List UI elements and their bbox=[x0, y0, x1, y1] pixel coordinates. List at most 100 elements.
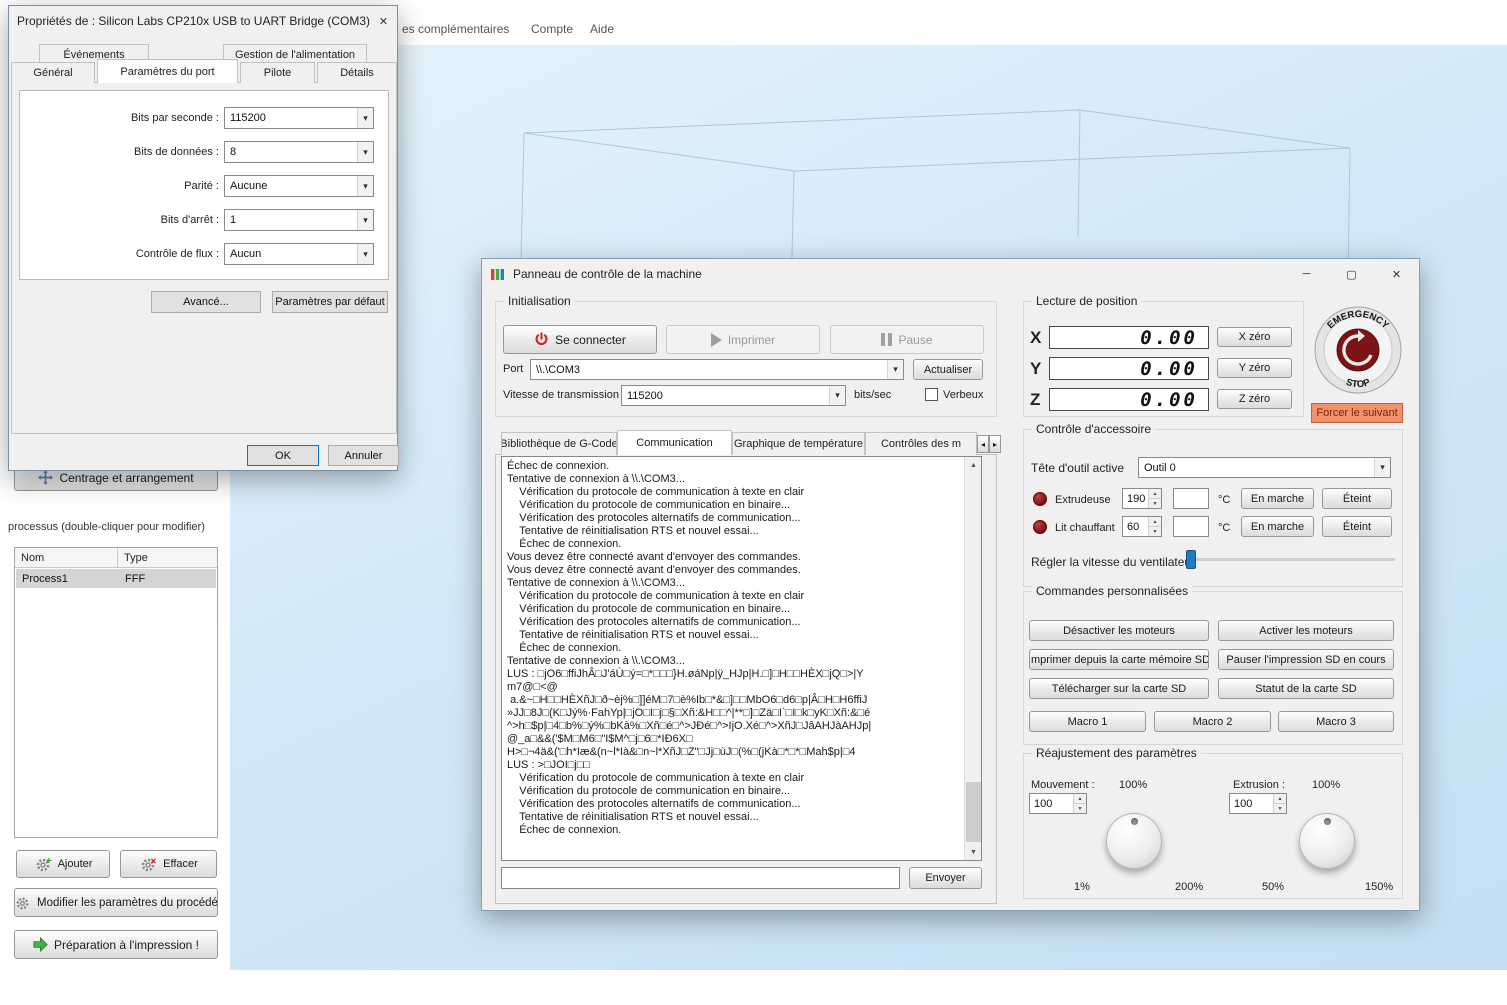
tab-communication[interactable]: Communication bbox=[617, 430, 732, 455]
data-bits-select[interactable]: 8 ▾ bbox=[224, 141, 374, 163]
machine-panel-titlebar[interactable]: Panneau de contrôle de la machine ─ ▢ ✕ bbox=[482, 259, 1419, 289]
disable-motors-button[interactable]: Désactiver les moteurs bbox=[1029, 620, 1209, 641]
restore-defaults-button[interactable]: Paramètres par défaut bbox=[272, 291, 388, 313]
macro3-button[interactable]: Macro 3 bbox=[1278, 711, 1394, 732]
center-arrange-icon bbox=[38, 470, 54, 485]
movement-spinner[interactable]: 100 ▲ ▼ bbox=[1029, 793, 1087, 814]
enable-motors-button[interactable]: Activer les moteurs bbox=[1218, 620, 1394, 641]
communication-log[interactable]: Échec de connexion. Tentative de connexi… bbox=[501, 456, 982, 861]
fan-speed-track[interactable] bbox=[1187, 558, 1395, 561]
command-input[interactable] bbox=[501, 867, 900, 889]
tab-machine-controls[interactable]: Contrôles des m bbox=[865, 432, 977, 455]
movement-knob[interactable] bbox=[1106, 813, 1162, 869]
y-zero-button[interactable]: Y zéro bbox=[1217, 358, 1292, 378]
scroll-down-button[interactable]: ▼ bbox=[965, 844, 981, 860]
bed-temp-spinner[interactable]: 60 ▲ ▼ bbox=[1122, 516, 1162, 537]
upload-to-sd-button[interactable]: Télécharger sur la carte SD bbox=[1029, 678, 1209, 699]
power-icon bbox=[534, 332, 549, 347]
macro2-button[interactable]: Macro 2 bbox=[1154, 711, 1271, 732]
spin-down-icon[interactable]: ▼ bbox=[1074, 804, 1086, 813]
prepare-print-button[interactable]: Préparation à l'impression ! bbox=[14, 930, 218, 959]
x-position-display: 0.00 bbox=[1049, 326, 1209, 349]
minimize-button[interactable]: ─ bbox=[1284, 259, 1329, 289]
menu-item-addons[interactable]: es complémentaires bbox=[402, 22, 509, 36]
spin-down-icon[interactable]: ▼ bbox=[1149, 527, 1161, 536]
spin-up-icon[interactable]: ▲ bbox=[1074, 794, 1086, 804]
baud-rate-select[interactable]: 115200 ▾ bbox=[224, 107, 374, 129]
ok-button[interactable]: OK bbox=[247, 445, 319, 466]
bed-off-button[interactable]: Éteint bbox=[1322, 516, 1392, 537]
add-process-label: Ajouter bbox=[57, 858, 93, 870]
log-scrollbar[interactable]: ▲ ▼ bbox=[964, 457, 981, 860]
parity-value: Aucune bbox=[230, 180, 268, 192]
movement-value: 100 bbox=[1034, 797, 1053, 810]
z-zero-button[interactable]: Z zéro bbox=[1217, 389, 1292, 409]
close-button[interactable]: ✕ bbox=[1374, 259, 1419, 289]
force-next-button[interactable]: Forcer le suivant bbox=[1311, 403, 1403, 423]
extruder-off-button[interactable]: Éteint bbox=[1322, 488, 1392, 509]
extruder-temp-spinner[interactable]: 190 ▲ ▼ bbox=[1122, 488, 1162, 509]
print-button[interactable]: Imprimer bbox=[666, 325, 820, 354]
table-row[interactable]: Process1 FFF bbox=[16, 569, 216, 588]
menu-item-account[interactable]: Compte bbox=[531, 22, 573, 36]
column-header-type[interactable]: Type bbox=[118, 548, 217, 568]
delete-process-button[interactable]: × Effacer bbox=[120, 850, 217, 878]
spin-up-icon[interactable]: ▲ bbox=[1149, 517, 1161, 527]
column-header-nom[interactable]: Nom bbox=[15, 548, 117, 568]
scroll-thumb[interactable] bbox=[966, 782, 981, 842]
tab-gcode-library[interactable]: Bibliothèque de G-Code bbox=[501, 432, 617, 455]
column-separator[interactable] bbox=[117, 548, 118, 568]
send-command-button[interactable]: Envoyer bbox=[909, 867, 982, 889]
pause-sd-print-button[interactable]: Pauser l'impression SD en cours bbox=[1218, 649, 1394, 670]
bed-status-led bbox=[1033, 520, 1047, 534]
emergency-stop-button[interactable]: EMERGENCY STOP bbox=[1313, 305, 1403, 395]
spin-up-icon[interactable]: ▲ bbox=[1274, 794, 1286, 804]
extrusion-knob[interactable] bbox=[1299, 813, 1355, 869]
spin-up-icon[interactable]: ▲ bbox=[1149, 489, 1161, 499]
tab-scroll-right-button[interactable]: ▸ bbox=[989, 435, 1001, 453]
tab-general[interactable]: Général bbox=[11, 62, 95, 83]
cancel-button[interactable]: Annuler bbox=[328, 445, 399, 466]
connect-button[interactable]: Se connecter bbox=[503, 325, 657, 354]
verbose-label: Verbeux bbox=[943, 389, 984, 401]
x-zero-button[interactable]: X zéro bbox=[1217, 327, 1292, 347]
spin-down-icon[interactable]: ▼ bbox=[1274, 804, 1286, 813]
data-bits-value: 8 bbox=[230, 146, 237, 158]
print-from-sd-button[interactable]: Imprimer depuis la carte mémoire SD bbox=[1029, 649, 1209, 670]
toolhead-select[interactable]: Outil 0 ▾ bbox=[1138, 457, 1391, 478]
tab-temperature-graph[interactable]: Graphique de température bbox=[732, 432, 865, 455]
add-process-button[interactable]: + Ajouter bbox=[16, 850, 110, 878]
movement-label: Mouvement : bbox=[1031, 779, 1095, 791]
maximize-button[interactable]: ▢ bbox=[1329, 259, 1374, 289]
bed-on-button[interactable]: En marche bbox=[1241, 516, 1314, 537]
extrusion-spinner[interactable]: 100 ▲ ▼ bbox=[1229, 793, 1287, 814]
fan-speed-slider-handle[interactable] bbox=[1186, 550, 1196, 569]
port-select[interactable]: \\.\COM3 ▾ bbox=[530, 359, 904, 380]
dialog-title: Propriétés de : Silicon Labs CP210x USB … bbox=[17, 14, 371, 28]
spin-down-icon[interactable]: ▼ bbox=[1149, 499, 1161, 508]
scroll-down-icon: ▼ bbox=[970, 848, 977, 856]
menu-item-help[interactable]: Aide bbox=[590, 22, 614, 36]
stop-bits-select[interactable]: 1 ▾ bbox=[224, 209, 374, 231]
advanced-button[interactable]: Avancé... bbox=[151, 291, 261, 313]
verbose-checkbox[interactable] bbox=[925, 388, 938, 401]
pause-button[interactable]: Pause bbox=[830, 325, 984, 354]
tab-details[interactable]: Détails bbox=[317, 62, 397, 83]
scroll-up-button[interactable]: ▲ bbox=[965, 457, 981, 473]
tab-driver[interactable]: Pilote bbox=[240, 62, 315, 83]
extruder-on-button[interactable]: En marche bbox=[1241, 488, 1314, 509]
edit-process-settings-button[interactable]: Modifier les paramètres du procédé bbox=[14, 888, 218, 917]
chevron-down-icon: ▾ bbox=[357, 142, 373, 162]
refresh-ports-button[interactable]: Actualiser bbox=[913, 359, 983, 380]
process-table[interactable]: Nom Type Process1 FFF bbox=[14, 547, 218, 838]
macro1-button[interactable]: Macro 1 bbox=[1029, 711, 1146, 732]
tab-scroll-left-button[interactable]: ◂ bbox=[977, 435, 989, 453]
parity-select[interactable]: Aucune ▾ bbox=[224, 175, 374, 197]
tab-port-settings[interactable]: Paramètres du port bbox=[97, 59, 238, 83]
sd-status-button[interactable]: Statut de la carte SD bbox=[1218, 678, 1394, 699]
dialog-titlebar[interactable]: Propriétés de : Silicon Labs CP210x USB … bbox=[9, 6, 397, 36]
dialog-close-button[interactable]: ✕ bbox=[370, 6, 397, 36]
baud-select[interactable]: 115200 ▾ bbox=[621, 385, 846, 406]
flow-control-select[interactable]: Aucun ▾ bbox=[224, 243, 374, 265]
settings-gear-icon bbox=[15, 894, 31, 911]
